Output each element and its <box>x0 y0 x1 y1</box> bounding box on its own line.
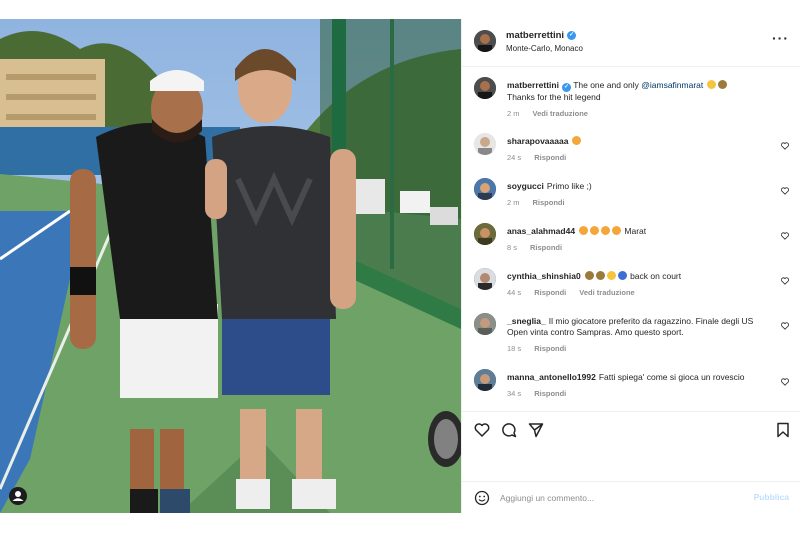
comment-username[interactable]: sharapovaaaaa <box>507 136 568 146</box>
comment-time[interactable]: 24 s <box>507 153 521 162</box>
like-comment-heart-icon[interactable] <box>781 187 789 195</box>
tennis-ball-icon <box>617 271 627 280</box>
caption-time[interactable]: 2 m <box>507 109 520 118</box>
author-avatar[interactable] <box>474 30 496 52</box>
flexed-biceps-icon <box>706 80 716 89</box>
post-header: matberrettini ✓ Monte-Carlo, Monaco ··· <box>462 19 800 67</box>
comment-avatar[interactable] <box>474 369 496 391</box>
reply-link[interactable]: Rispondi <box>534 344 566 353</box>
caption-mention[interactable]: @iamsafinmarat <box>641 80 703 90</box>
comment-content: Marat <box>624 226 647 236</box>
like-comment-heart-icon[interactable] <box>781 322 789 330</box>
like-heart-icon[interactable] <box>474 422 490 438</box>
author-username[interactable]: matberrettini <box>506 30 564 41</box>
heart-eyes-emoji-icon <box>612 226 622 235</box>
comment-text: soygucci Primo like ;) <box>507 181 772 192</box>
more-options-icon[interactable]: ··· <box>772 31 789 45</box>
comment-meta: 24 s Rispondi <box>507 153 566 162</box>
translate-link[interactable]: Vedi traduzione <box>579 288 634 297</box>
tennis-racket-icon <box>717 80 727 89</box>
heart-eyes-emoji-icon <box>579 226 589 235</box>
flexed-biceps-icon <box>606 271 616 280</box>
post-location[interactable]: Monte-Carlo, Monaco <box>506 44 583 53</box>
share-send-icon[interactable] <box>528 422 544 438</box>
reply-link[interactable]: Rispondi <box>534 389 566 398</box>
comment-time[interactable]: 2 m <box>507 198 520 207</box>
comment-time[interactable]: 18 s <box>507 344 521 353</box>
save-bookmark-icon[interactable] <box>775 422 791 438</box>
reply-link[interactable]: Rispondi <box>534 153 566 162</box>
comment-avatar[interactable] <box>474 133 496 155</box>
comment-time[interactable]: 44 s <box>507 288 521 297</box>
comment-content: Primo like ;) <box>546 181 592 191</box>
comment-input[interactable] <box>500 489 740 507</box>
emoji-picker-icon[interactable] <box>474 490 490 506</box>
comment-text: manna_antonello1992 Fatti spiega' come si… <box>507 372 772 383</box>
comment-username[interactable]: _sneglia_ <box>507 316 546 326</box>
comment-time[interactable]: 8 s <box>507 243 517 252</box>
caption-username[interactable]: matberrettini <box>507 80 559 90</box>
reply-link[interactable]: Rispondi <box>533 198 565 207</box>
comment-avatar[interactable] <box>474 223 496 245</box>
heart-eyes-emoji-icon <box>572 136 582 145</box>
comment-username[interactable]: cynthia_shinshia0 <box>507 271 581 281</box>
heart-eyes-emoji-icon <box>590 226 600 235</box>
caption-text: matberrettini ✓ The one and only @iamsafi… <box>507 80 772 103</box>
comment-content: Fatti spiega' come si gioca un rovescio <box>598 372 745 382</box>
comment-text: _sneglia_ Il mio giocatore preferito da r… <box>507 316 772 338</box>
comment-avatar[interactable] <box>474 313 496 335</box>
reply-link[interactable]: Rispondi <box>534 288 566 297</box>
comment-avatar[interactable] <box>474 178 496 200</box>
post-panel: matberrettini ✓ Monte-Carlo, Monaco ··· … <box>461 19 800 513</box>
like-comment-heart-icon[interactable] <box>781 378 789 386</box>
like-comment-heart-icon[interactable] <box>781 277 789 285</box>
post-actions <box>462 411 800 481</box>
like-comment-heart-icon[interactable] <box>781 142 789 150</box>
comment-username[interactable]: anas_alahmad44 <box>507 226 575 236</box>
comment-avatar[interactable] <box>474 268 496 290</box>
comment-meta: 8 s Rispondi <box>507 243 562 252</box>
caption-meta: 2 m Vedi traduzione <box>507 109 588 118</box>
tennis-racket-icon <box>584 271 594 280</box>
comment-username[interactable]: soygucci <box>507 181 544 191</box>
caption-avatar[interactable] <box>474 77 496 99</box>
tennis-racket-icon <box>595 271 605 280</box>
comment-meta: 18 s Rispondi <box>507 344 566 353</box>
caption-translate-link[interactable]: Vedi traduzione <box>533 109 588 118</box>
reply-link[interactable]: Rispondi <box>530 243 562 252</box>
caption-text-after: Thanks for the hit legend <box>507 92 601 102</box>
comment-content: back on court <box>630 271 682 281</box>
comment-meta: 34 s Rispondi <box>507 389 566 398</box>
comment-meta: 2 m Rispondi <box>507 198 565 207</box>
comment-username[interactable]: manna_antonello1992 <box>507 372 596 382</box>
comment-text: sharapovaaaaa <box>507 136 772 147</box>
comment-text: cynthia_shinshia0 back on court <box>507 271 772 282</box>
comments-list[interactable]: matberrettini ✓ The one and only @iamsafi… <box>462 67 800 411</box>
comment-meta: 44 s Rispondi Vedi traduzione <box>507 288 635 297</box>
tennis-players-photo <box>0 19 461 513</box>
like-comment-heart-icon[interactable] <box>781 232 789 240</box>
comment-bubble-icon[interactable] <box>501 422 517 438</box>
author-username-row[interactable]: matberrettini ✓ <box>506 30 577 41</box>
comment-time[interactable]: 34 s <box>507 389 521 398</box>
publish-button[interactable]: Pubblica <box>754 492 789 502</box>
verified-badge-icon: ✓ <box>561 83 571 92</box>
post-photo[interactable] <box>0 19 461 513</box>
verified-badge-icon: ✓ <box>567 31 577 40</box>
add-comment-bar: Pubblica <box>462 481 800 513</box>
comment-text: anas_alahmad44 Marat <box>507 226 772 237</box>
caption-text-before: The one and only <box>573 80 642 90</box>
user-tag-icon[interactable] <box>9 487 27 505</box>
heart-eyes-emoji-icon <box>601 226 611 235</box>
